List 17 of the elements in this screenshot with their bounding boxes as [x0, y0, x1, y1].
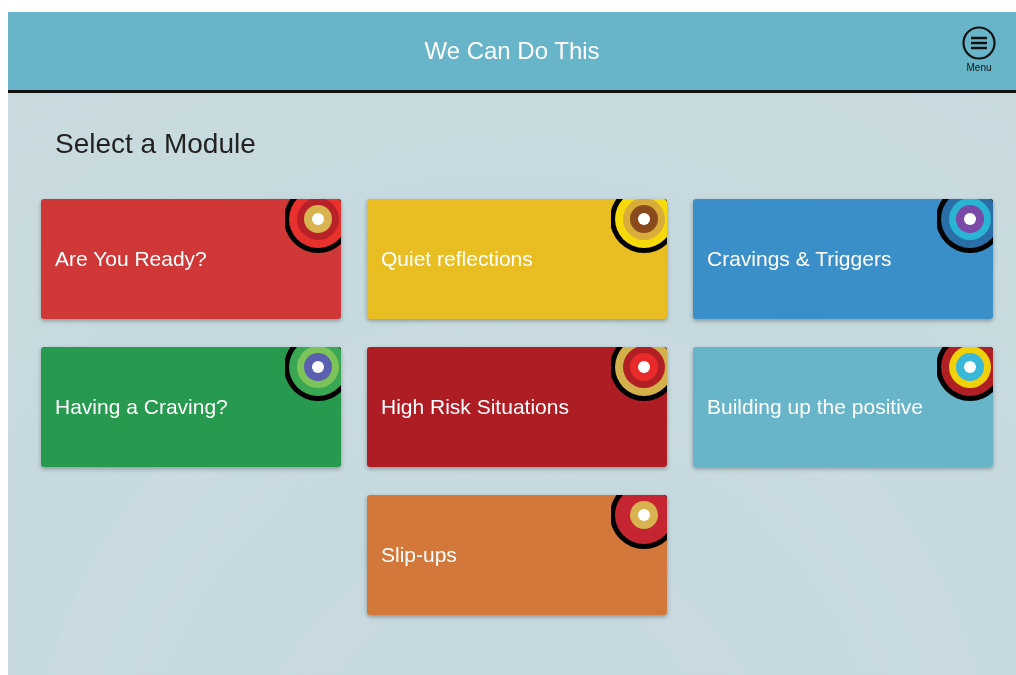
- menu-button[interactable]: Menu: [962, 26, 996, 73]
- concentric-circles-icon: [611, 347, 667, 402]
- module-card[interactable]: Having a Craving?: [41, 347, 341, 467]
- module-card[interactable]: Cravings & Triggers: [693, 199, 993, 319]
- app-title: We Can Do This: [424, 37, 600, 65]
- concentric-circles-icon: [285, 347, 341, 402]
- module-card[interactable]: Building up the positive: [693, 347, 993, 467]
- concentric-circles-icon: [611, 495, 667, 550]
- concentric-circles-icon: [285, 199, 341, 254]
- module-card[interactable]: Are You Ready?: [41, 199, 341, 319]
- concentric-circles-icon: [937, 199, 993, 254]
- module-card[interactable]: Slip-ups: [367, 495, 667, 615]
- page-heading: Select a Module: [55, 128, 257, 160]
- menu-icon: [962, 26, 996, 60]
- concentric-circles-icon: [611, 199, 667, 254]
- module-card[interactable]: High Risk Situations: [367, 347, 667, 467]
- concentric-circles-icon: [937, 347, 993, 402]
